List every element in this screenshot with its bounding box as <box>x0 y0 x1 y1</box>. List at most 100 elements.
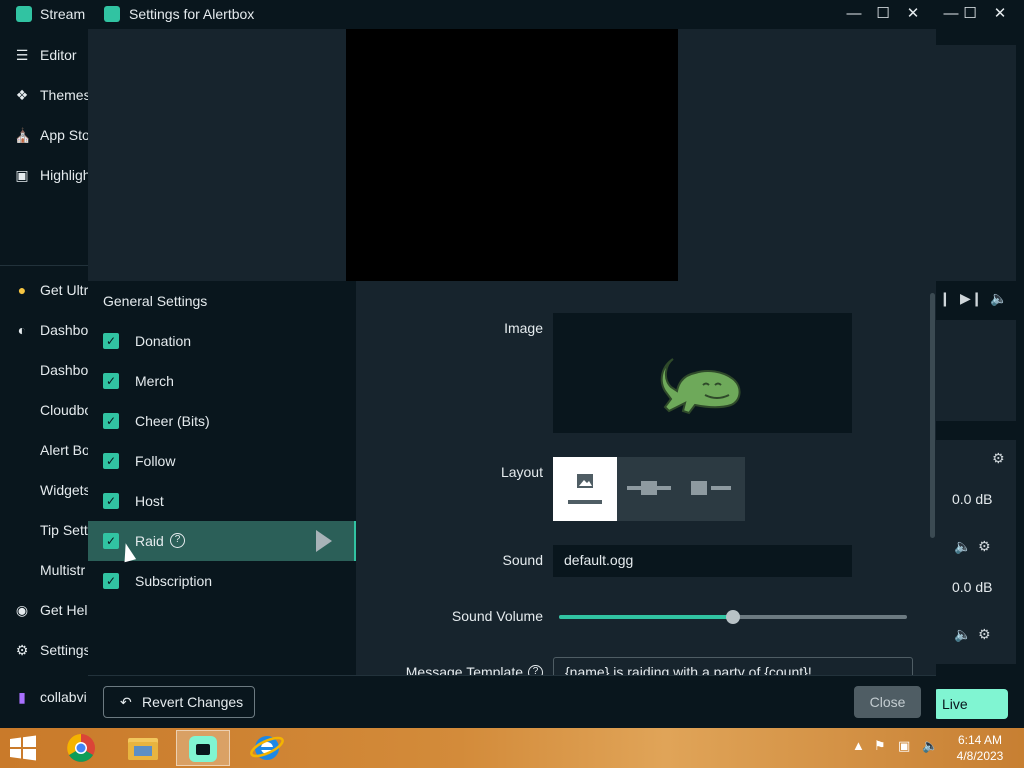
taskbar-chrome[interactable] <box>54 730 108 766</box>
general-settings-heading[interactable]: General Settings <box>103 293 207 309</box>
message-template-input[interactable]: {name} is raiding with a party of {count… <box>553 657 913 675</box>
mixer-db-readout-2: 0.0 dB <box>952 579 993 595</box>
action-center-flag-icon[interactable]: ⚑ <box>874 738 886 754</box>
nav-item-multistream[interactable]: Multistr <box>0 550 88 590</box>
revert-changes-label: Revert Changes <box>142 694 244 710</box>
twitch-icon: ▮ <box>18 689 26 705</box>
dialog-minimize-icon[interactable]: — <box>841 2 867 26</box>
alert-row-subscription[interactable]: ✓ Subscription <box>88 561 356 601</box>
alert-preview-area <box>88 29 936 281</box>
follow-checkbox[interactable]: ✓ <box>103 453 119 469</box>
revert-changes-button[interactable]: ↶ Revert Changes <box>103 686 255 718</box>
nav-item-settings[interactable]: ⚙ Settings <box>0 630 88 670</box>
network-icon[interactable]: ▣ <box>898 738 910 754</box>
taskbar-file-explorer[interactable] <box>116 730 170 766</box>
nav-item-alert-box[interactable]: Alert Bo <box>0 430 88 470</box>
nav-item-themes[interactable]: ❖ Themes <box>0 75 88 115</box>
donation-checkbox[interactable]: ✓ <box>103 333 119 349</box>
close-button[interactable]: Close <box>854 686 921 718</box>
dialog-close-icon[interactable]: ✕ <box>900 2 926 26</box>
layout-left-icon <box>691 481 731 495</box>
nav-item-get-help[interactable]: ◉ Get Help <box>0 590 88 630</box>
cheer-checkbox[interactable]: ✓ <box>103 413 119 429</box>
nav-item-account[interactable]: ▮ collabvi <box>0 677 88 717</box>
nav-item-get-ultra[interactable]: ● Get Ultr <box>0 270 88 310</box>
mute-icon[interactable]: 🔈 <box>954 538 971 555</box>
close-icon[interactable]: ✕ <box>987 2 1013 26</box>
taskbar-streamlabs[interactable] <box>176 730 230 766</box>
layout-image-above-text[interactable] <box>553 457 617 521</box>
alert-settings-pane: Image Layout Sound default.ogg Sound Vol… <box>356 281 936 675</box>
sound-file-input[interactable]: default.ogg <box>553 545 852 577</box>
alert-row-host[interactable]: ✓ Host <box>88 481 356 521</box>
mute-icon-2[interactable]: 🔈 <box>954 626 971 643</box>
alert-row-donation[interactable]: ✓ Donation <box>88 321 356 361</box>
play-preview-icon[interactable] <box>316 530 332 552</box>
main-window-right-panel: ❙ ▶❙ 🔈 ⚙ 0.0 dB 🔈 ⚙ 0.0 dB 🔈 ⚙ <box>936 29 1024 728</box>
nav-item-dashboard-sub[interactable]: Dashbo <box>0 350 88 390</box>
dialog-maximize-icon[interactable]: ☐ <box>870 2 896 26</box>
nav-item-highlighter[interactable]: ▣ Highligh <box>0 155 88 195</box>
show-hidden-icons-icon[interactable]: ▲ <box>852 738 865 753</box>
ultra-icon: ● <box>17 282 27 298</box>
dialog-title: Settings for Alertbox <box>129 6 255 22</box>
help-icon: ◉ <box>15 602 29 618</box>
streamlabs-logo-icon <box>16 6 32 22</box>
scene-panel <box>936 45 1016 281</box>
gear-icon: ⚙ <box>15 642 29 658</box>
undo-icon: ↶ <box>120 694 132 710</box>
image-label: Image <box>504 320 543 336</box>
source-gear-icon[interactable]: ⚙ <box>978 538 991 555</box>
message-template-help-icon[interactable]: ? <box>528 665 543 675</box>
host-checkbox[interactable]: ✓ <box>103 493 119 509</box>
film-icon: ▣ <box>15 167 29 183</box>
clock-time: 6:14 AM <box>957 733 1003 747</box>
speaker-muted-icon[interactable]: 🔈 <box>922 738 938 754</box>
settings-scrollbar[interactable] <box>930 293 935 538</box>
left-navigation: ☰ Editor ❖ Themes ⛪ App Sto ▣ Highligh ●… <box>0 29 88 728</box>
maximize-icon[interactable]: ☐ <box>957 2 983 26</box>
subscription-checkbox[interactable]: ✓ <box>103 573 119 589</box>
skip-next-icon[interactable]: ▶❙ <box>960 290 983 307</box>
dino-image-icon <box>660 358 741 415</box>
mixer-gear-icon[interactable]: ⚙ <box>992 450 1005 467</box>
brush-icon: ❖ <box>15 87 29 103</box>
streamlabs-logo-icon <box>104 6 120 22</box>
sound-label: Sound <box>502 552 543 568</box>
nav-item-dashboard[interactable]: ◐ Dashbo <box>0 310 88 350</box>
volume-icon[interactable]: 🔈 <box>990 290 1007 307</box>
layout-label: Layout <box>500 464 543 480</box>
mixer-panel <box>936 440 1016 664</box>
nav-item-editor[interactable]: ☰ Editor <box>0 35 88 75</box>
merch-checkbox[interactable]: ✓ <box>103 373 119 389</box>
layout-image-left-of-text[interactable] <box>681 457 745 521</box>
message-template-label: Message Template <box>405 664 523 675</box>
windows-taskbar: ▲ ⚑ ▣ 🔈 6:14 AM 4/8/2023 <box>0 728 1024 768</box>
raid-checkbox[interactable]: ✓ <box>103 533 119 549</box>
nav-item-widgets[interactable]: Widgets <box>0 470 88 510</box>
layout-selector <box>553 457 745 521</box>
internet-explorer-icon <box>250 736 284 760</box>
taskbar-internet-explorer[interactable] <box>240 730 294 766</box>
alert-row-follow[interactable]: ✓ Follow <box>88 441 356 481</box>
taskbar-clock[interactable]: 6:14 AM 4/8/2023 <box>944 732 1016 764</box>
folder-icon <box>128 738 158 760</box>
sound-volume-handle[interactable] <box>726 610 740 624</box>
alert-row-cheer[interactable]: ✓ Cheer (Bits) <box>88 401 356 441</box>
dashboard-icon: ◐ <box>17 322 27 338</box>
layout-image-behind-text[interactable] <box>617 457 681 521</box>
sound-volume-slider[interactable] <box>559 610 907 624</box>
source-gear-icon-2[interactable]: ⚙ <box>978 626 991 643</box>
store-icon: ⛪ <box>14 127 32 143</box>
windows-start-icon[interactable] <box>6 734 40 762</box>
nav-divider <box>0 265 88 266</box>
image-picker[interactable] <box>553 313 852 433</box>
mixer-db-readout-1: 0.0 dB <box>952 491 993 507</box>
raid-help-icon[interactable]: ? <box>170 533 185 548</box>
nav-item-tip-settings[interactable]: Tip Sett <box>0 510 88 550</box>
go-live-button[interactable]: Live <box>934 689 1008 719</box>
nav-item-cloudbot[interactable]: Cloudbo <box>0 390 88 430</box>
nav-item-app-store[interactable]: ⛪ App Sto <box>0 115 88 155</box>
pause-icon[interactable]: ❙ <box>939 290 951 307</box>
alert-row-merch[interactable]: ✓ Merch <box>88 361 356 401</box>
